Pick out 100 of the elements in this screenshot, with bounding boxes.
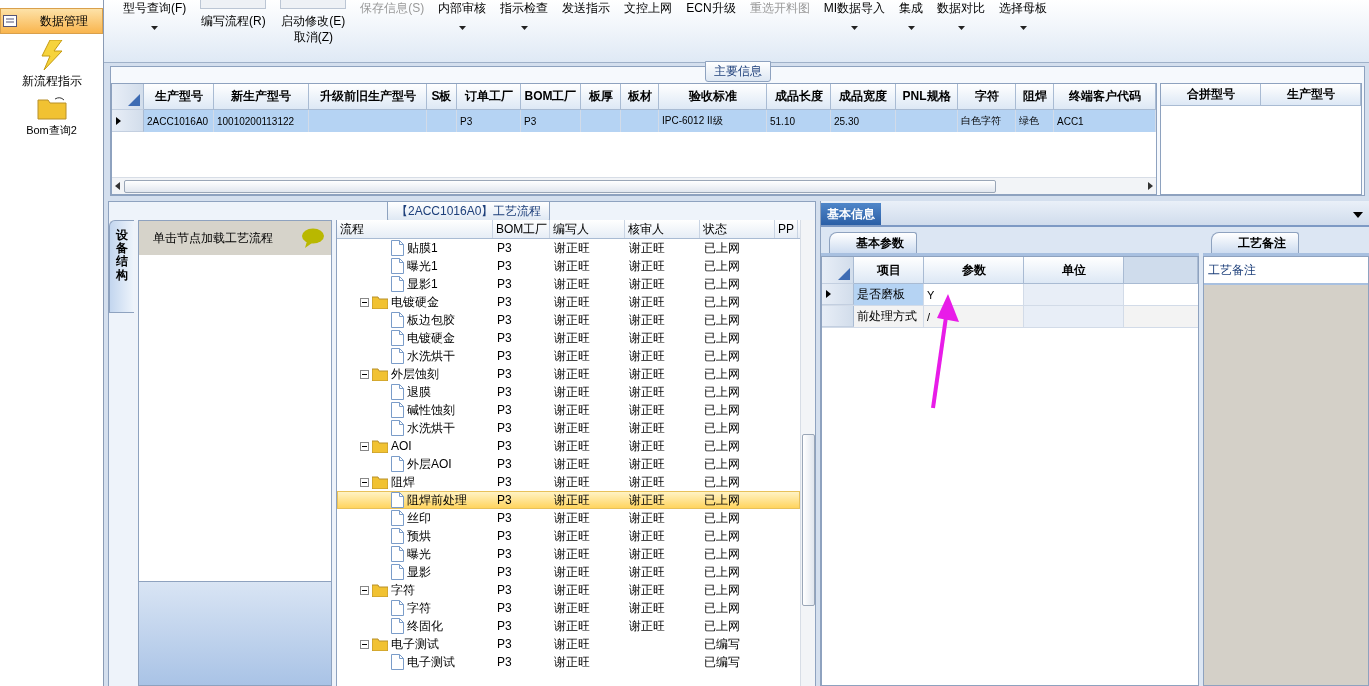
toolbar-button[interactable]: 内部审核 (431, 0, 494, 60)
caret-icon (850, 26, 858, 30)
dropdown-caret-icon[interactable] (1353, 212, 1363, 218)
tab[interactable]: 基本参数 (829, 232, 917, 253)
toolbar-button[interactable]: 型号查询(F) (116, 0, 194, 60)
tab[interactable]: 工艺备注 (1211, 232, 1299, 253)
toolbar-button[interactable]: 编写流程(R) (193, 0, 274, 60)
collapse-icon[interactable] (360, 297, 369, 307)
table-cell-text: P3 (496, 366, 513, 382)
column-header[interactable]: 终端客户代码 (1054, 84, 1156, 110)
tree-row[interactable]: 水洗烘干 P3 谢正旺 谢正旺 已上网 (337, 347, 800, 365)
table-cell-text: 谢正旺 (628, 564, 666, 580)
table-cell-text: 谢正旺 (628, 456, 666, 472)
tree-row[interactable]: 字符 P3 谢正旺 谢正旺 已上网 (337, 581, 800, 599)
column-header[interactable]: 板材 (621, 84, 659, 110)
tree-row[interactable]: 预烘 P3 谢正旺 谢正旺 已上网 (337, 527, 800, 545)
column-header[interactable]: 板厚 (581, 84, 621, 110)
toolbar-button[interactable]: 集成 (892, 0, 930, 60)
table-cell-text: 谢正旺 (553, 294, 591, 310)
column-header[interactable]: 项目 (854, 257, 924, 284)
tree-row[interactable]: 电镀硬金 P3 谢正旺 谢正旺 已上网 (337, 329, 800, 347)
column-header[interactable]: 升级前旧生产型号 (309, 84, 427, 110)
tree-row[interactable]: 显影 P3 谢正旺 谢正旺 已上网 (337, 563, 800, 581)
column-header[interactable]: 生产型号 (144, 84, 214, 110)
table-cell-text: 谢正旺 (553, 366, 591, 382)
vertical-scrollbar[interactable] (800, 220, 815, 686)
column-header[interactable]: 新生产型号 (214, 84, 309, 110)
tree-row[interactable]: 终固化 P3 谢正旺 谢正旺 已上网 (337, 617, 800, 635)
tree-row[interactable]: 电镀硬金 P3 谢正旺 谢正旺 已上网 (337, 293, 800, 311)
toolbar-button[interactable]: 数据对比 (930, 0, 992, 60)
column-header[interactable]: 成品宽度 (831, 84, 896, 110)
table-cell-text: 已上网 (703, 240, 741, 256)
column-header[interactable]: 核审人 (625, 220, 700, 238)
tree-row[interactable]: 碱性蚀刻 P3 谢正旺 谢正旺 已上网 (337, 401, 800, 419)
tree-row[interactable]: 电子测试 P3 谢正旺 已编写 (337, 653, 800, 671)
tree-row[interactable]: 电子测试 P3 谢正旺 已编写 (337, 635, 800, 653)
tree-row[interactable]: 水洗烘干 P3 谢正旺 谢正旺 已上网 (337, 419, 800, 437)
toolbar-button[interactable]: 选择母板 (992, 0, 1054, 60)
toolbar-button[interactable]: MI数据导入 (816, 0, 892, 60)
column-header[interactable]: BOM工厂 (493, 220, 550, 238)
tree-row[interactable]: 贴膜1 P3 谢正旺 谢正旺 已上网 (337, 239, 800, 257)
tree-row[interactable]: 字符 P3 谢正旺 谢正旺 已上网 (337, 599, 800, 617)
panel-title: 【2ACC1016A0】工艺流程 (387, 202, 551, 222)
tree-row[interactable]: 板边包胶 P3 谢正旺 谢正旺 已上网 (337, 311, 800, 329)
column-header[interactable]: 验收标准 (659, 84, 767, 110)
table-row[interactable]: 前处理方式 / (822, 306, 1198, 328)
table-row[interactable]: 是否磨板 Y (822, 284, 1198, 306)
column-header[interactable]: 单位 (1024, 257, 1124, 284)
table-cell-text: 谢正旺 (553, 654, 591, 670)
document-icon (391, 384, 404, 400)
column-header[interactable]: 订单工厂 (457, 84, 521, 110)
column-header[interactable]: PP (775, 220, 798, 238)
toolbar-button[interactable]: 文控上网 (617, 0, 680, 60)
table-cell-text: 谢正旺 (553, 348, 591, 364)
collapse-icon[interactable] (360, 639, 369, 649)
table-row[interactable]: 2ACC1016A0 10010200113122 P3 P3 IPC-6012 II级 51.10 25.30 白色字符 绿色 ACC1 (112, 110, 1156, 132)
table-cell-text: P3 (496, 600, 513, 616)
tree-row[interactable]: 外层AOI P3 谢正旺 谢正旺 已上网 (337, 455, 800, 473)
toolbar-button[interactable]: 指示检查 (493, 0, 556, 60)
tree-row[interactable]: 退膜 P3 谢正旺 谢正旺 已上网 (337, 383, 800, 401)
tree-row[interactable]: 外层蚀刻 P3 谢正旺 谢正旺 已上网 (337, 365, 800, 383)
column-header[interactable]: BOM工厂 (521, 84, 581, 110)
table-cell-text: P3 (496, 456, 513, 472)
node-label: 丝印 (407, 509, 431, 527)
table-cell: 绿色 (1016, 110, 1054, 132)
tree-row[interactable]: 曝光1 P3 谢正旺 谢正旺 已上网 (337, 257, 800, 275)
collapse-icon[interactable] (360, 585, 369, 595)
table-cell-text: 谢正旺 (628, 546, 666, 562)
tree-row[interactable]: 曝光 P3 谢正旺 谢正旺 已上网 (337, 545, 800, 563)
toolbar-button[interactable]: ECN升级 (679, 0, 743, 60)
sidebar-launcher[interactable]: 新流程指示 (0, 40, 103, 90)
tree-row[interactable]: 阻焊 P3 谢正旺 谢正旺 已上网 (337, 473, 800, 491)
tree-row[interactable]: 阻焊前处理 P3 谢正旺 谢正旺 已上网 (337, 491, 800, 509)
column-header[interactable]: 流程 (337, 220, 493, 238)
column-header[interactable]: 状态 (700, 220, 775, 238)
column-header[interactable]: S板 (427, 84, 457, 110)
column-header[interactable]: 生产型号 (1261, 84, 1361, 106)
collapse-icon[interactable] (360, 369, 369, 379)
toolbar-button[interactable]: 启动修改(E) 取消(Z) (273, 0, 354, 60)
collapse-icon[interactable] (360, 477, 369, 487)
table-cell-text: 谢正旺 (628, 366, 666, 382)
tree-row[interactable]: 显影1 P3 谢正旺 谢正旺 已上网 (337, 275, 800, 293)
sidebar-nav-item[interactable]: 数据管理 (0, 8, 103, 34)
column-header[interactable]: 参数 (924, 257, 1024, 284)
collapse-icon[interactable] (360, 441, 369, 451)
tree-row[interactable]: 丝印 P3 谢正旺 谢正旺 已上网 (337, 509, 800, 527)
column-header[interactable]: 合拼型号 (1161, 84, 1261, 106)
sidebar-launcher[interactable]: Bom查询2 (0, 96, 103, 138)
horizontal-scrollbar[interactable] (112, 177, 1156, 194)
column-header[interactable]: 成品长度 (767, 84, 831, 110)
column-header[interactable]: 字符 (958, 84, 1016, 110)
node-label: 电镀硬金 (407, 329, 455, 347)
column-header[interactable]: 编写人 (550, 220, 625, 238)
column-header[interactable]: PNL规格 (896, 84, 958, 110)
toolbar-button[interactable]: 发送指示 (555, 0, 618, 60)
tab[interactable]: 基本信息 (821, 203, 881, 225)
table-cell-text: P3 (496, 492, 513, 508)
side-tab[interactable]: 设备结构 (109, 220, 134, 313)
column-header[interactable]: 阻焊 (1016, 84, 1054, 110)
tree-row[interactable]: AOI P3 谢正旺 谢正旺 已上网 (337, 437, 800, 455)
